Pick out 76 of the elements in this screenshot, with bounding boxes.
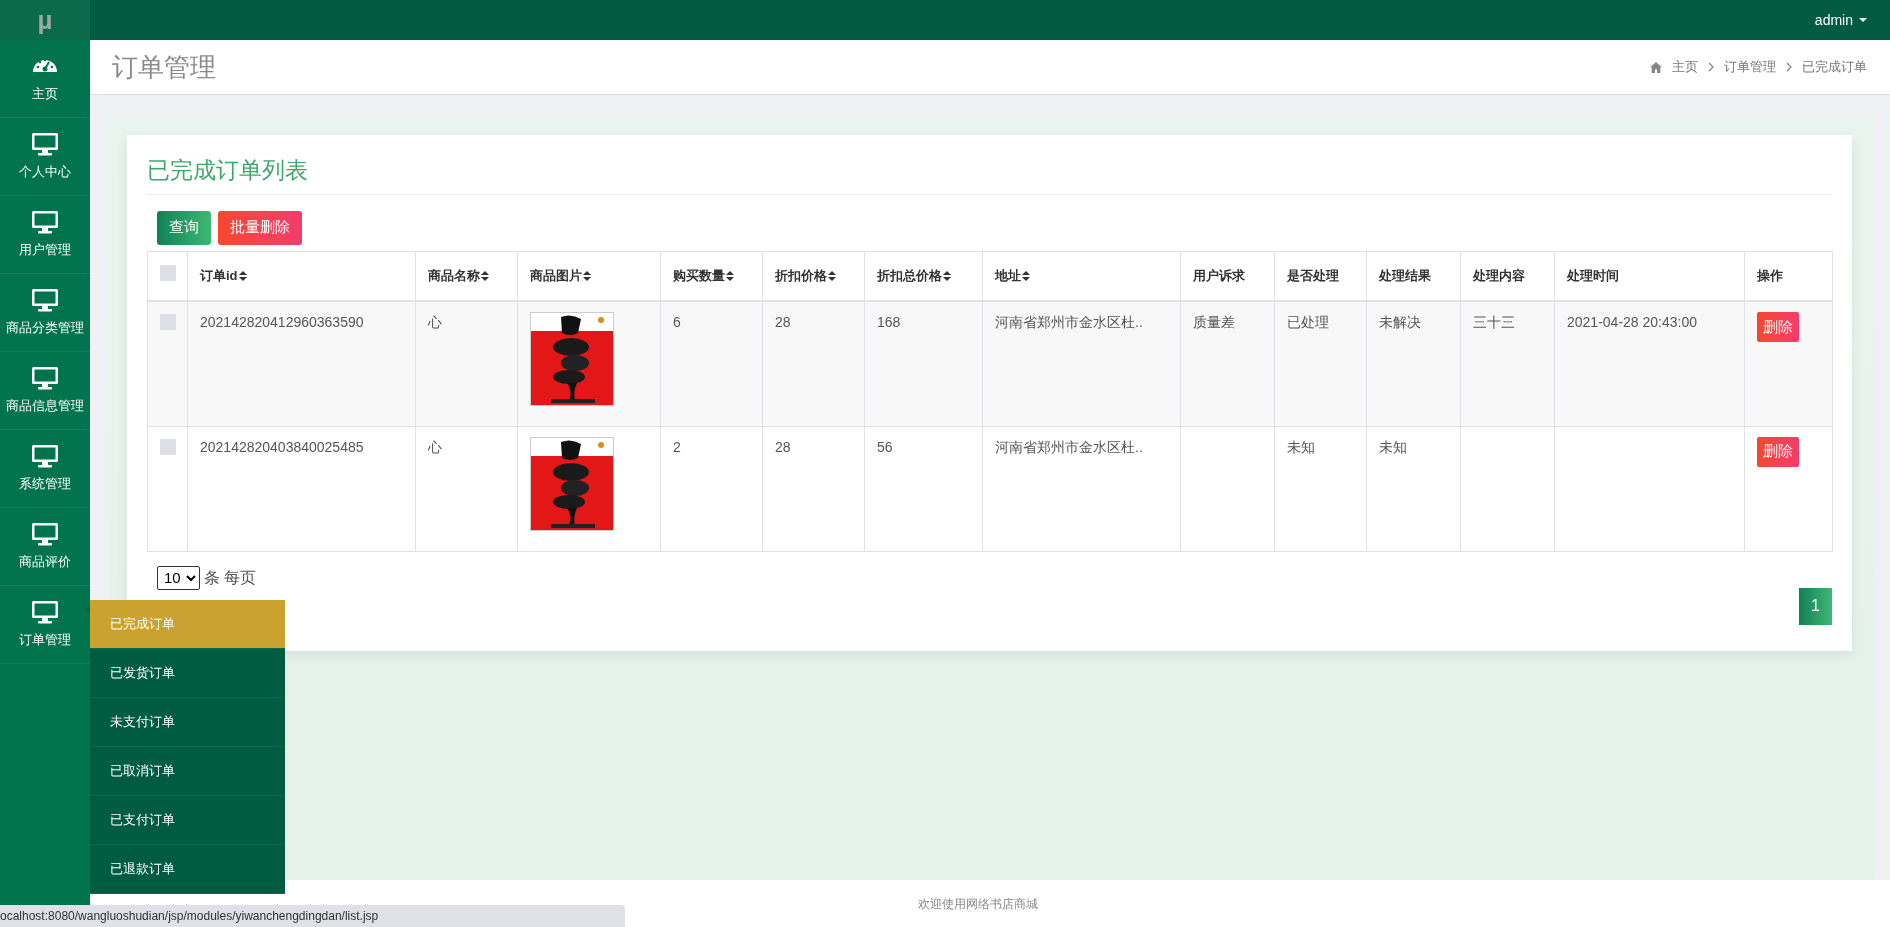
- table-cell: 202142820412960363590: [200, 314, 364, 330]
- table-cell: 心: [428, 314, 442, 330]
- batch-delete-button[interactable]: 批量删除: [218, 210, 302, 245]
- card-title: 已完成订单列表: [147, 157, 308, 183]
- column-header: 处理结果: [1379, 267, 1431, 285]
- chevron-icon: [1708, 62, 1714, 72]
- caret-icon: [1859, 18, 1867, 22]
- sidebar-item[interactable]: 个人中心: [0, 118, 90, 196]
- table-cell: 未知: [1287, 438, 1315, 455]
- sort-icon: [481, 270, 489, 281]
- table-cell: 心: [428, 438, 442, 455]
- monitor-icon: [31, 287, 59, 312]
- table-cell: 未知: [1379, 438, 1407, 455]
- submenu-item[interactable]: 已发货订单: [90, 649, 285, 698]
- sort-icon: [726, 270, 734, 281]
- column-header: 操作: [1757, 267, 1783, 285]
- checkbox[interactable]: [159, 314, 176, 330]
- sort-icon: [1022, 270, 1030, 281]
- page-button[interactable]: 1: [1799, 587, 1832, 625]
- submenu-item[interactable]: 已取消订单: [90, 747, 285, 796]
- table-cell: 202142820403840025485: [200, 438, 364, 455]
- footer-text: 欢迎使用网络书店商城: [917, 895, 1038, 913]
- column-header: 是否处理: [1287, 267, 1339, 285]
- monitor-icon: [31, 521, 59, 546]
- column-header[interactable]: 商品图片: [530, 266, 591, 286]
- breadcrumb-text: 已完成订单: [1802, 58, 1867, 77]
- delete-button[interactable]: 删除: [1757, 312, 1799, 342]
- checkbox[interactable]: [159, 438, 176, 455]
- table-cell: 质量差: [1193, 314, 1235, 330]
- table-cell: 28: [775, 314, 791, 330]
- table-cell: 28: [775, 438, 791, 455]
- monitor-icon: [31, 599, 59, 624]
- sort-icon: [828, 270, 836, 281]
- column-header: 处理内容: [1473, 267, 1525, 285]
- monitor-icon: [31, 209, 59, 234]
- status-url: ocalhost:8080/wangluoshudian/jsp/modules/yiwanchengdingdan/list.jsp: [0, 905, 625, 927]
- column-header: 用户诉求: [1193, 267, 1245, 285]
- table-cell: 2021-04-28 20:43:00: [1567, 314, 1697, 330]
- table-cell: 未解决: [1379, 314, 1421, 330]
- table-cell: 6: [673, 314, 681, 330]
- delete-button[interactable]: 删除: [1757, 436, 1799, 467]
- monitor-icon: [31, 443, 59, 468]
- table-cell: 三十三: [1473, 314, 1515, 330]
- monitor-icon: [31, 131, 59, 156]
- column-header: 处理时间: [1567, 267, 1619, 285]
- monitor-icon: [31, 365, 59, 390]
- sidebar-item[interactable]: 商品分类管理: [0, 274, 90, 352]
- user-menu[interactable]: admin: [1814, 9, 1867, 31]
- sort-icon: [943, 270, 951, 281]
- table-cell: 168: [877, 314, 901, 330]
- submenu-item[interactable]: 未支付订单: [90, 698, 285, 747]
- column-header[interactable]: 订单id: [200, 266, 247, 286]
- page-title: 订单管理: [112, 50, 216, 84]
- query-button[interactable]: 查询: [157, 210, 211, 245]
- sidebar-item[interactable]: 商品评价: [0, 508, 90, 586]
- column-header[interactable]: 地址: [995, 266, 1030, 286]
- sidebar-item[interactable]: 商品信息管理: [0, 352, 90, 430]
- table-cell: 河南省郑州市金水区杜..: [995, 438, 1143, 455]
- submenu-item[interactable]: 已退款订单: [90, 845, 285, 894]
- table-cell: 56: [877, 438, 893, 455]
- submenu-item[interactable]: 已支付订单: [90, 796, 285, 845]
- logo: µ: [37, 3, 53, 37]
- page-size-select[interactable]: 10: [157, 565, 200, 590]
- page-size-label: 条 每页: [204, 567, 257, 588]
- table-cell: 已处理: [1287, 314, 1329, 330]
- checkbox[interactable]: [159, 264, 176, 281]
- sidebar-item[interactable]: 用户管理: [0, 196, 90, 274]
- sidebar-item[interactable]: 系统管理: [0, 430, 90, 508]
- sort-icon: [583, 270, 591, 281]
- table-cell: 2: [673, 438, 681, 455]
- sort-icon: [238, 270, 247, 281]
- chevron-icon: [1786, 62, 1792, 72]
- breadcrumb-link[interactable]: 主页: [1672, 57, 1698, 77]
- table-cell: 河南省郑州市金水区杜..: [995, 314, 1143, 330]
- breadcrumb-link[interactable]: 订单管理: [1724, 57, 1776, 77]
- home-icon: [1650, 61, 1662, 73]
